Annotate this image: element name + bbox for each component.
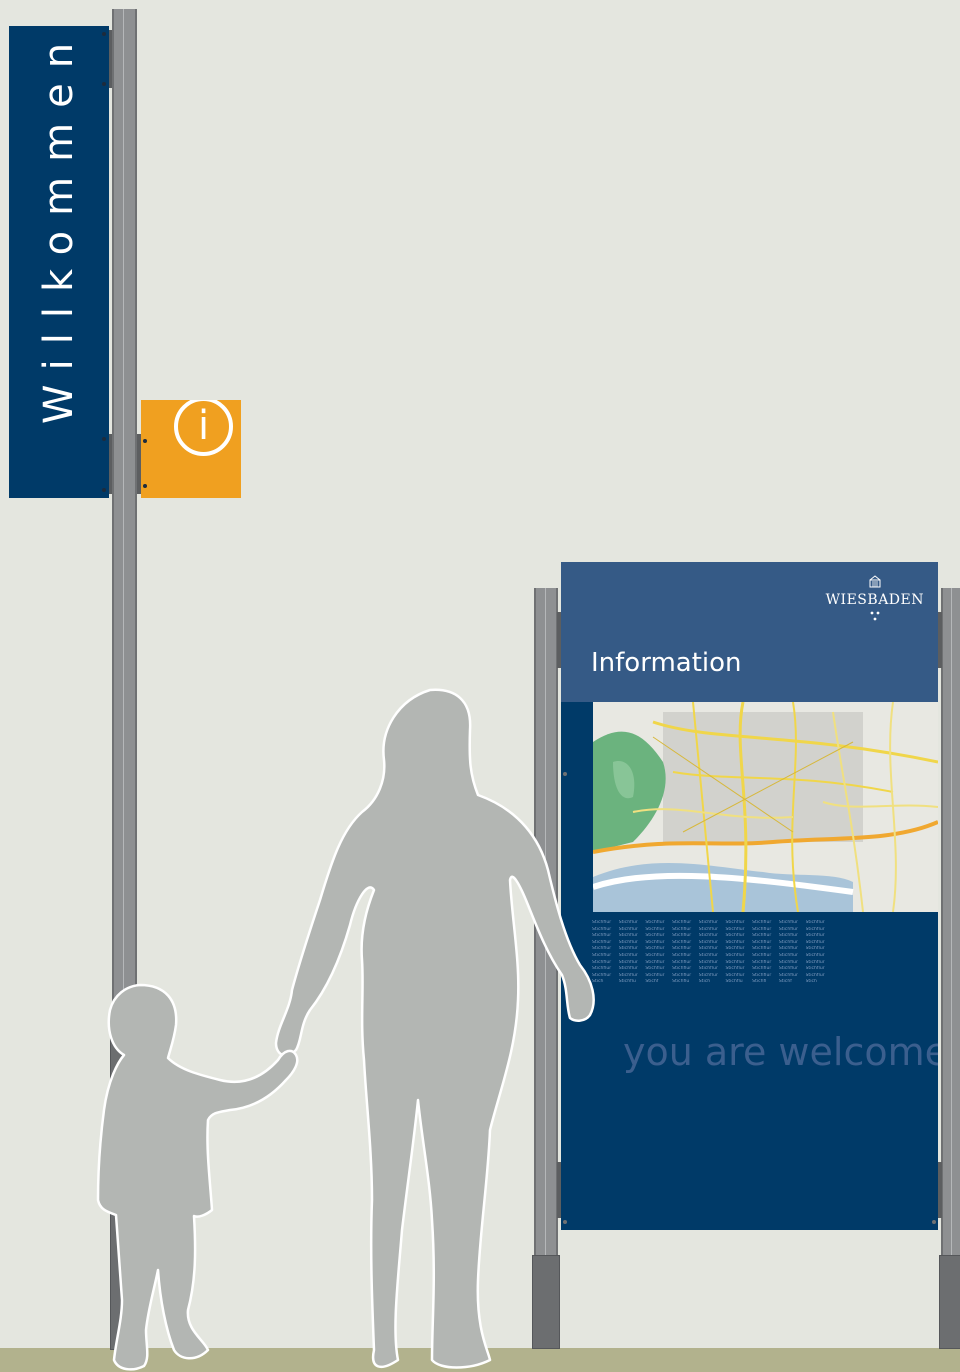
people-silhouettes: [96, 688, 595, 1371]
adult-silhouette: [274, 688, 595, 1369]
child-silhouette: [96, 983, 299, 1371]
